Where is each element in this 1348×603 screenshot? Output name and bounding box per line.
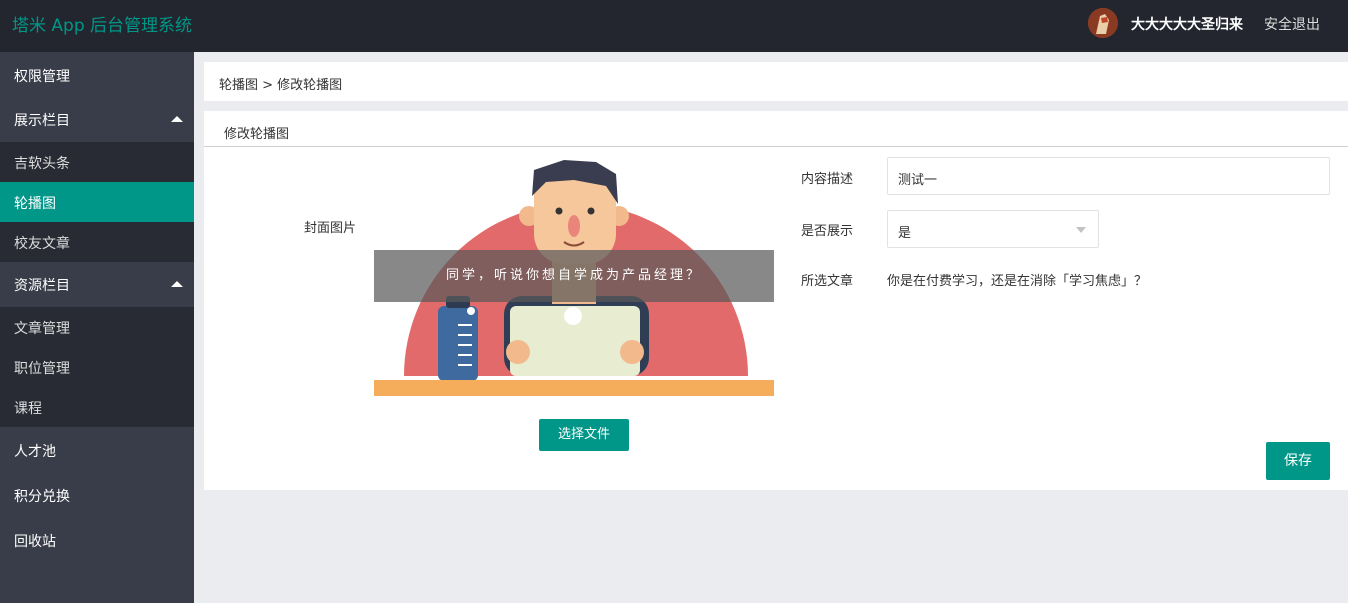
sidebar-item-label: 校友文章 bbox=[14, 236, 70, 252]
sidebar-item-label: 吉软头条 bbox=[14, 156, 70, 172]
sidebar-item-job-management[interactable]: 职位管理 bbox=[0, 347, 194, 387]
top-bar: 塔米 App 后台管理系统 大大大大大圣归来 安全退出 bbox=[0, 0, 1348, 52]
edit-carousel-panel: 修改轮播图 封面图片 同学，听说你想自学成为产品经理？ 选择文件 内容描述 测试… bbox=[204, 111, 1348, 490]
logout-link[interactable]: 安全退出 bbox=[1264, 14, 1320, 34]
sidebar-item-label: 回收站 bbox=[14, 534, 56, 550]
sidebar-item-recycle-bin[interactable]: 回收站 bbox=[0, 517, 194, 562]
display-select-value: 是 bbox=[898, 226, 912, 241]
sidebar-item-label: 文章管理 bbox=[14, 321, 70, 337]
choose-file-button[interactable]: 选择文件 bbox=[539, 419, 629, 451]
sidebar-group-display[interactable]: 展示栏目 bbox=[0, 97, 194, 142]
sidebar-item-label: 资源栏目 bbox=[14, 278, 70, 294]
selected-article-value[interactable]: 你是在付费学习，还是在消除「学习焦虑」？ bbox=[887, 270, 1147, 289]
sidebar-item-label: 展示栏目 bbox=[14, 113, 70, 129]
sidebar-item-label: 权限管理 bbox=[14, 69, 70, 85]
caret-up-icon bbox=[171, 281, 183, 287]
sidebar-item-points-exchange[interactable]: 积分兑换 bbox=[0, 472, 194, 517]
selected-article-label: 所选文章 bbox=[801, 274, 854, 289]
sidebar-item-courses[interactable]: 课程 bbox=[0, 387, 194, 427]
sidebar: 权限管理 展示栏目 吉软头条 轮播图 校友文章 资源栏目 文章管理 职位管理 课… bbox=[0, 52, 194, 603]
breadcrumb-bar: 轮播图 > 修改轮播图 bbox=[204, 62, 1348, 101]
description-input[interactable]: 测试一 bbox=[887, 157, 1330, 195]
breadcrumb: 轮播图 > 修改轮播图 bbox=[219, 78, 343, 93]
description-label: 内容描述 bbox=[801, 172, 854, 187]
description-value: 测试一 bbox=[898, 173, 938, 188]
sidebar-item-headlines[interactable]: 吉软头条 bbox=[0, 142, 194, 182]
sidebar-item-carousel[interactable]: 轮播图 bbox=[0, 182, 194, 222]
username[interactable]: 大大大大大圣归来 bbox=[1131, 14, 1243, 34]
display-label: 是否展示 bbox=[801, 224, 854, 239]
sidebar-item-talent-pool[interactable]: 人才池 bbox=[0, 427, 194, 472]
sidebar-item-permissions[interactable]: 权限管理 bbox=[0, 52, 194, 97]
chevron-down-icon bbox=[1076, 227, 1086, 233]
sidebar-item-alumni-articles[interactable]: 校友文章 bbox=[0, 222, 194, 262]
avatar-image bbox=[1088, 8, 1118, 38]
sidebar-group-resources[interactable]: 资源栏目 bbox=[0, 262, 194, 307]
sidebar-item-article-management[interactable]: 文章管理 bbox=[0, 307, 194, 347]
sidebar-item-label: 人才池 bbox=[14, 444, 56, 460]
display-select[interactable]: 是 bbox=[887, 210, 1099, 248]
panel-divider bbox=[204, 146, 1348, 147]
panel-title: 修改轮播图 bbox=[224, 127, 290, 142]
sidebar-item-label: 职位管理 bbox=[14, 361, 70, 377]
cover-caption: 同学，听说你想自学成为产品经理？ bbox=[374, 250, 774, 302]
caret-up-icon bbox=[171, 116, 183, 122]
save-button[interactable]: 保存 bbox=[1266, 442, 1330, 480]
cover-label: 封面图片 bbox=[304, 221, 357, 236]
cover-image: 同学，听说你想自学成为产品经理？ bbox=[374, 156, 774, 396]
avatar[interactable] bbox=[1088, 8, 1118, 38]
sidebar-item-label: 轮播图 bbox=[14, 196, 56, 212]
app-title[interactable]: 塔米 App 后台管理系统 bbox=[12, 11, 192, 36]
sidebar-item-label: 积分兑换 bbox=[14, 489, 70, 505]
sidebar-item-label: 课程 bbox=[14, 401, 42, 417]
